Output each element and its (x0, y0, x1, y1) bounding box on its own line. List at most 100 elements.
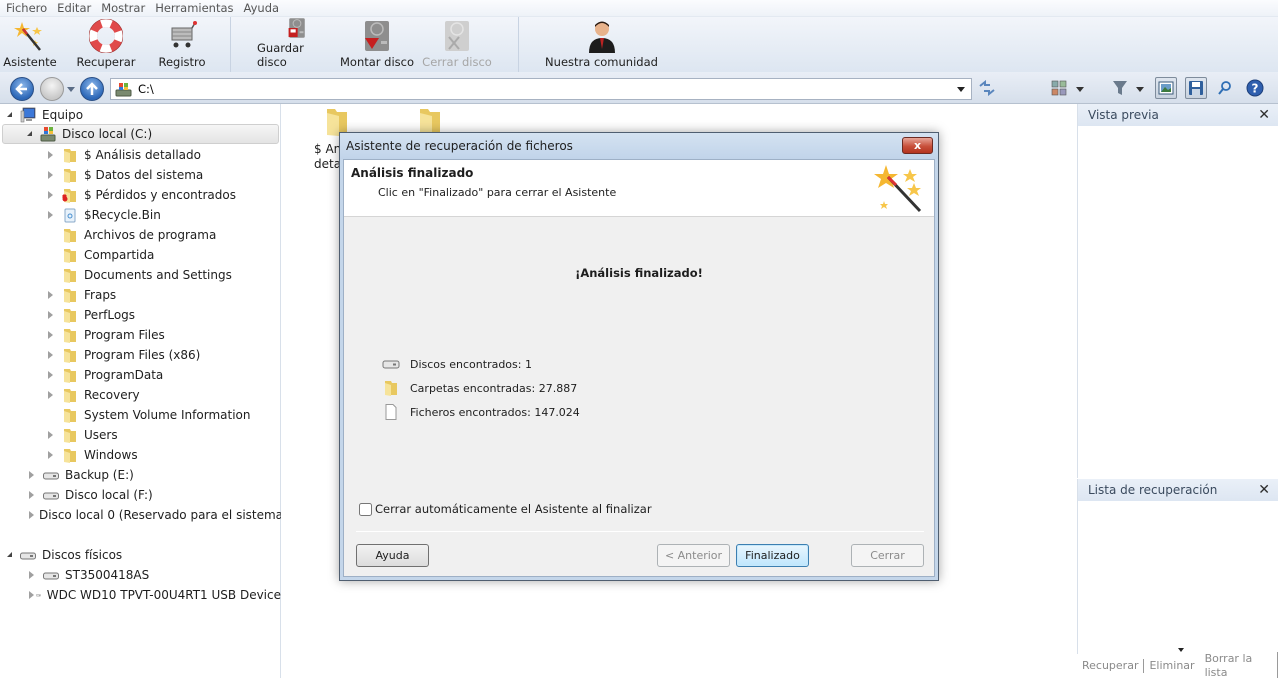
expand-arrow-icon[interactable] (46, 450, 56, 460)
toggle-recovery-list-button[interactable] (1185, 77, 1207, 99)
tree-label: Recovery (84, 388, 140, 402)
scroll-down-icon[interactable] (1178, 648, 1184, 652)
tree-label: Disco local (C:) (62, 127, 153, 141)
stat-disks-label: Discos encontrados: 1 (410, 357, 532, 371)
search-icon[interactable] (1217, 80, 1233, 96)
tree-item-folder[interactable]: $ Datos del sistema (0, 165, 281, 185)
tree-item-folder[interactable]: Documents and Settings (0, 265, 281, 285)
drive-c-icon (40, 127, 56, 142)
collapse-arrow-icon[interactable] (6, 110, 16, 120)
tree-item-folder[interactable]: Archivos de programa (0, 225, 281, 245)
expand-arrow-icon[interactable] (46, 170, 56, 180)
collapse-arrow-icon[interactable] (6, 550, 16, 560)
tree-item-folder[interactable]: Compartida (0, 245, 281, 265)
tree-item-disco-c[interactable]: Disco local (C:) (2, 124, 279, 144)
register-button[interactable]: Registro (152, 17, 212, 72)
tree-item-folder[interactable]: Recovery (0, 385, 281, 405)
file-icon (385, 404, 397, 420)
tree-item-equipo[interactable]: Equipo (0, 105, 281, 125)
recover-button[interactable]: Recuperar (60, 17, 152, 72)
recovery-list-pane: Lista de recuperación ✕ (1077, 479, 1278, 654)
tree-item-folder[interactable]: $ Análisis detallado (0, 145, 281, 165)
file-item-label[interactable]: $ An (314, 142, 341, 157)
auto-close-checkbox[interactable] (359, 502, 372, 516)
expand-arrow-icon[interactable] (46, 290, 56, 300)
filter-dropdown[interactable] (1136, 87, 1144, 92)
tree-item-physical-disks[interactable]: Discos físicos (0, 545, 281, 565)
expand-arrow-icon[interactable] (46, 210, 56, 220)
stat-folders: Carpetas encontradas: 27.887 (382, 380, 577, 396)
menu-herramientas[interactable]: Herramientas (155, 1, 233, 15)
dialog-title-bar: Asistente de recuperación de ficheros (340, 133, 938, 159)
tree-item-drive[interactable]: Disco local (F:) (0, 485, 281, 505)
expand-arrow-icon[interactable] (46, 370, 56, 380)
wizard-label: Asistente (3, 55, 57, 69)
refresh-icon[interactable] (978, 80, 996, 96)
expand-arrow-icon[interactable] (46, 330, 56, 340)
tree-item-folder[interactable]: $Recycle.Bin (0, 205, 281, 225)
mount-disk-button[interactable]: Montar disco (337, 17, 417, 72)
tree-label: Disco local (F:) (65, 488, 153, 502)
expand-arrow-icon[interactable] (46, 190, 56, 200)
view-mode-dropdown[interactable] (1076, 87, 1084, 92)
tree-item-drive[interactable]: Backup (E:) (0, 465, 281, 485)
menu-editar[interactable]: Editar (57, 1, 91, 15)
finish-button[interactable]: Finalizado (736, 544, 809, 567)
view-mode-icon[interactable] (1051, 80, 1067, 96)
expand-arrow-icon[interactable] (27, 590, 34, 600)
forward-button[interactable] (40, 77, 64, 101)
expand-arrow-icon[interactable] (46, 350, 56, 360)
tree-item-folder[interactable]: Windows (0, 445, 281, 465)
tree-item-folder[interactable]: ProgramData (0, 365, 281, 385)
filter-icon[interactable] (1112, 80, 1128, 96)
close-recovery-list-icon[interactable]: ✕ (1258, 482, 1270, 498)
cancel-button[interactable]: Cerrar (851, 544, 924, 567)
expand-arrow-icon[interactable] (27, 490, 37, 500)
folder-tree: Equipo Disco local (C:) $ Análisis detal… (0, 104, 288, 678)
recovery-list-title: Lista de recuperación (1088, 483, 1218, 497)
save-disk-button[interactable]: Guardar disco (257, 17, 337, 72)
menu-ayuda[interactable]: Ayuda (244, 1, 280, 15)
back-button[interactable] (10, 77, 34, 101)
menu-mostrar[interactable]: Mostrar (101, 1, 145, 15)
expand-arrow-icon[interactable] (46, 310, 56, 320)
toggle-preview-button[interactable] (1155, 77, 1177, 99)
drive-icon (43, 492, 59, 500)
menu-fichero[interactable]: Fichero (6, 1, 47, 15)
expand-arrow-icon[interactable] (27, 570, 37, 580)
close-preview-icon[interactable]: ✕ (1258, 107, 1270, 123)
collapse-arrow-icon[interactable] (26, 129, 36, 139)
tree-item-folder[interactable]: System Volume Information (0, 405, 281, 425)
magic-wand-icon (14, 22, 42, 51)
close-disk-button[interactable]: Cerrar disco (417, 17, 497, 72)
expand-arrow-icon[interactable] (27, 470, 37, 480)
community-button[interactable]: Nuestra comunidad (519, 17, 684, 72)
up-button[interactable] (80, 77, 104, 101)
tree-item-folder[interactable]: Program Files (x86) (0, 345, 281, 365)
help-button[interactable]: Ayuda (356, 544, 429, 567)
tree-item-folder[interactable]: Fraps (0, 285, 281, 305)
toolbar-group-main: Asistente Recuperar Registro (0, 17, 231, 72)
tree-item-drive[interactable]: Disco local 0 (Reservado para el sistema… (0, 505, 288, 525)
remove-list-button[interactable]: Eliminar (1144, 659, 1199, 673)
tree-item-folder[interactable]: Users (0, 425, 281, 445)
help-icon[interactable]: ? (1246, 79, 1264, 97)
expand-arrow-icon[interactable] (46, 390, 56, 400)
tree-item-folder[interactable]: PerfLogs (0, 305, 281, 325)
back-button[interactable]: < Anterior (657, 544, 730, 567)
tree-item-folder[interactable]: $ Pérdidos y encontrados (0, 185, 281, 205)
tree-item-physical-disk[interactable]: ST3500418AS (0, 565, 281, 585)
tree-item-physical-disk[interactable]: WDC WD10 TPVT-00U4RT1 USB Device (0, 585, 281, 605)
expand-arrow-icon[interactable] (46, 150, 56, 160)
file-item-label[interactable]: deta (314, 157, 341, 172)
clear-list-button[interactable]: Borrar la lista (1200, 652, 1278, 678)
recover-list-button[interactable]: Recuperar (1077, 659, 1145, 673)
address-input[interactable] (138, 82, 957, 96)
wizard-button[interactable]: Asistente (0, 17, 60, 72)
expand-arrow-icon[interactable] (46, 430, 56, 440)
dialog-close-button[interactable]: x (902, 137, 933, 154)
address-dropdown[interactable] (957, 86, 965, 92)
history-dropdown[interactable] (67, 87, 75, 92)
tree-item-folder[interactable]: Program Files (0, 325, 281, 345)
